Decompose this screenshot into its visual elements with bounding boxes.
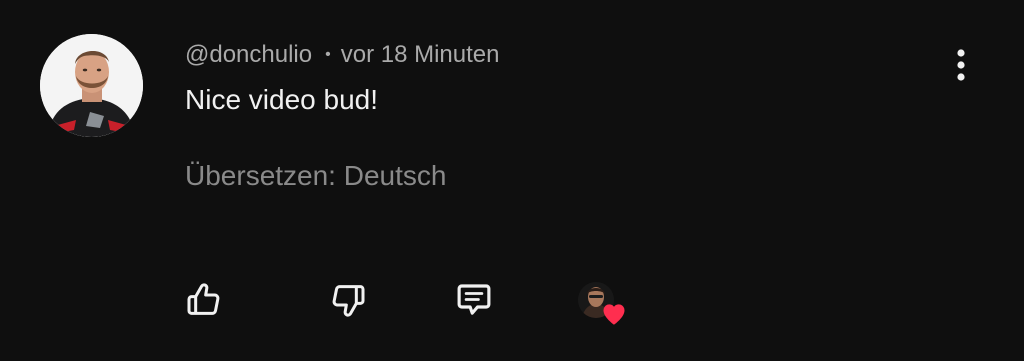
- dislike-button[interactable]: [326, 278, 370, 322]
- meta-separator: •: [325, 46, 331, 63]
- creator-heart-badge[interactable]: [576, 280, 630, 328]
- thumbs-up-icon: [187, 283, 220, 315]
- more-options-button[interactable]: [940, 40, 982, 90]
- creator-heart-icon: [603, 304, 625, 325]
- reply-button[interactable]: [452, 278, 496, 322]
- more-vertical-icon: [957, 49, 965, 81]
- translate-link[interactable]: Übersetzen: Deutsch: [185, 160, 446, 192]
- like-button[interactable]: [182, 278, 226, 322]
- author-avatar-image: [40, 34, 143, 137]
- comment-timestamp[interactable]: vor 18 Minuten: [341, 41, 500, 69]
- comment-meta: @donchulio • vor 18 Minuten: [185, 40, 500, 70]
- author-avatar[interactable]: [40, 34, 143, 137]
- thumbs-down-icon: [332, 285, 365, 317]
- comment-text: Nice video bud!: [185, 84, 379, 115]
- author-name[interactable]: @donchulio: [185, 41, 312, 69]
- comment-item: @donchulio • vor 18 Minuten Nice video b…: [0, 0, 1024, 361]
- comment-reply-icon: [457, 284, 491, 315]
